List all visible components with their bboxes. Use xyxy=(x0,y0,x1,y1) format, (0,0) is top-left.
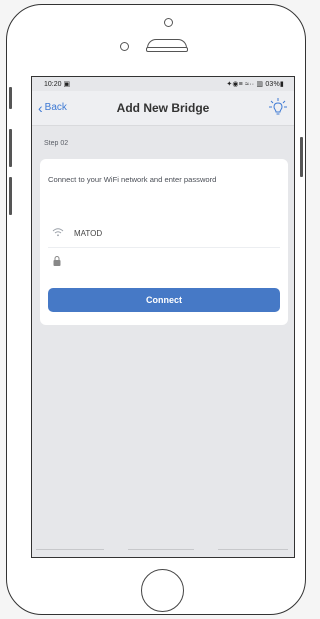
lightbulb-icon[interactable] xyxy=(268,97,288,117)
bottom-divider xyxy=(218,549,288,550)
front-camera xyxy=(164,18,173,27)
connect-button[interactable]: Connect xyxy=(48,288,280,312)
lock-icon xyxy=(53,256,61,266)
wifi-icon xyxy=(52,228,64,237)
app-screen: 10:20 ▣ ✦◉≡ ≈·· ▥ 03%▮ ‹ Back Add New Br… xyxy=(31,76,295,558)
status-bar: 10:20 ▣ ✦◉≡ ≈·· ▥ 03%▮ xyxy=(32,77,294,91)
wifi-form-card: Connect to your WiFi network and enter p… xyxy=(40,159,288,325)
page-title: Add New Bridge xyxy=(116,101,210,115)
instruction-text: Connect to your WiFi network and enter p… xyxy=(48,175,217,184)
status-icons: ✦◉≡ ≈·· ▥ 03%▮ xyxy=(226,81,284,88)
password-input[interactable] xyxy=(72,252,276,272)
step-label: Step 02 xyxy=(44,140,69,147)
mute-switch xyxy=(9,87,12,109)
volume-down-button xyxy=(9,177,12,215)
navigation-bar: ‹ Back Add New Bridge xyxy=(32,91,294,126)
bottom-divider xyxy=(36,549,104,550)
earpiece-grille xyxy=(146,47,188,52)
network-row[interactable]: MATOD xyxy=(48,219,280,248)
proximity-sensor xyxy=(120,42,129,51)
password-row xyxy=(48,247,280,275)
bottom-divider xyxy=(128,549,194,550)
volume-up-button xyxy=(9,129,12,167)
network-name: MATOD xyxy=(74,229,103,238)
power-button xyxy=(300,137,303,177)
home-button[interactable] xyxy=(141,569,184,612)
status-time: 10:20 ▣ xyxy=(44,81,71,88)
